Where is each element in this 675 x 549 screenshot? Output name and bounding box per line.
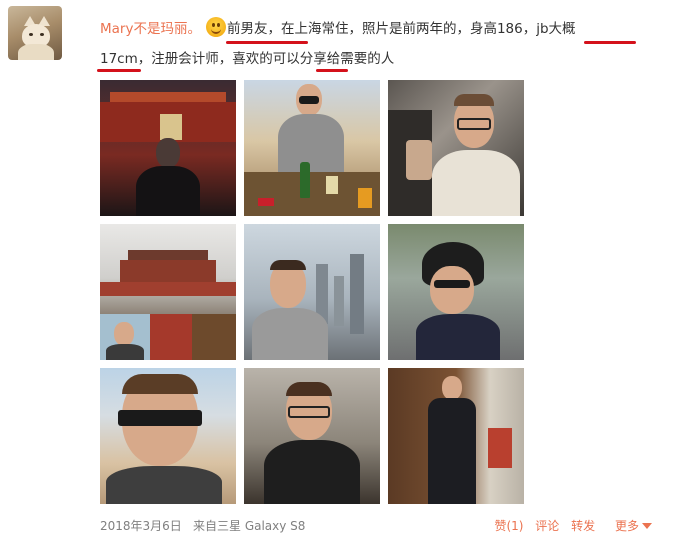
photo-skyline-selfie[interactable]: [244, 224, 380, 360]
post-text-segment: 17cm，注册会计师，喜欢的可以分享给需要的人: [100, 51, 395, 67]
post-text-segment: 前男友，在上海常住，照片是前两年的，身高186，jb大概: [226, 21, 576, 37]
post-actions: 赞(1) 评论 转发 更多: [486, 517, 652, 534]
post-time[interactable]: 2018年3月6日: [100, 517, 182, 534]
red-underline: [97, 69, 141, 72]
repost-button[interactable]: 转发: [571, 519, 595, 533]
post-content: Mary不是玛丽。 前男友，在上海常住，照片是前两年的，身高186，jb大概 17…: [100, 14, 660, 74]
chevron-down-icon: [642, 523, 652, 529]
red-underline: [316, 69, 348, 72]
comment-button[interactable]: 评论: [535, 519, 559, 533]
post-source: 来自三星 Galaxy S8: [193, 519, 306, 533]
post-text-line-2: 17cm，注册会计师，喜欢的可以分享给需要的人: [100, 44, 660, 74]
smile-emoji-icon: [205, 17, 226, 37]
photo-suit-hallway[interactable]: [388, 368, 524, 504]
cat-body: [18, 44, 54, 60]
like-button[interactable]: 赞(1): [494, 519, 523, 533]
post-footer: 2018年3月6日 来自三星 Galaxy S8 赞(1) 评论 转发 更多: [100, 517, 660, 537]
avatar[interactable]: [8, 6, 62, 60]
username-link[interactable]: Mary不是玛丽。: [100, 21, 201, 37]
photo-grid: [100, 80, 524, 504]
red-underline: [226, 41, 308, 44]
weibo-post-card: Mary不是玛丽。 前男友，在上海常住，照片是前两年的，身高186，jb大概 17…: [0, 0, 675, 549]
photo-cabin-selfie[interactable]: [244, 368, 380, 504]
cat-eye: [29, 33, 33, 36]
post-text-line-1: Mary不是玛丽。 前男友，在上海常住，照片是前两年的，身高186，jb大概: [100, 14, 660, 44]
photo-helmet-selfie[interactable]: [388, 224, 524, 360]
red-underline: [584, 41, 636, 44]
more-label: 更多: [614, 519, 639, 533]
photo-airplane-seat[interactable]: [388, 80, 524, 216]
photo-beach-sunglasses[interactable]: [100, 368, 236, 504]
cat-eye: [40, 33, 44, 36]
photo-tiananmen-night[interactable]: [100, 80, 236, 216]
photo-forbidden-city-collage[interactable]: [100, 224, 236, 360]
photo-rooftop-bar[interactable]: [244, 80, 380, 216]
more-button[interactable]: 更多: [607, 519, 652, 533]
